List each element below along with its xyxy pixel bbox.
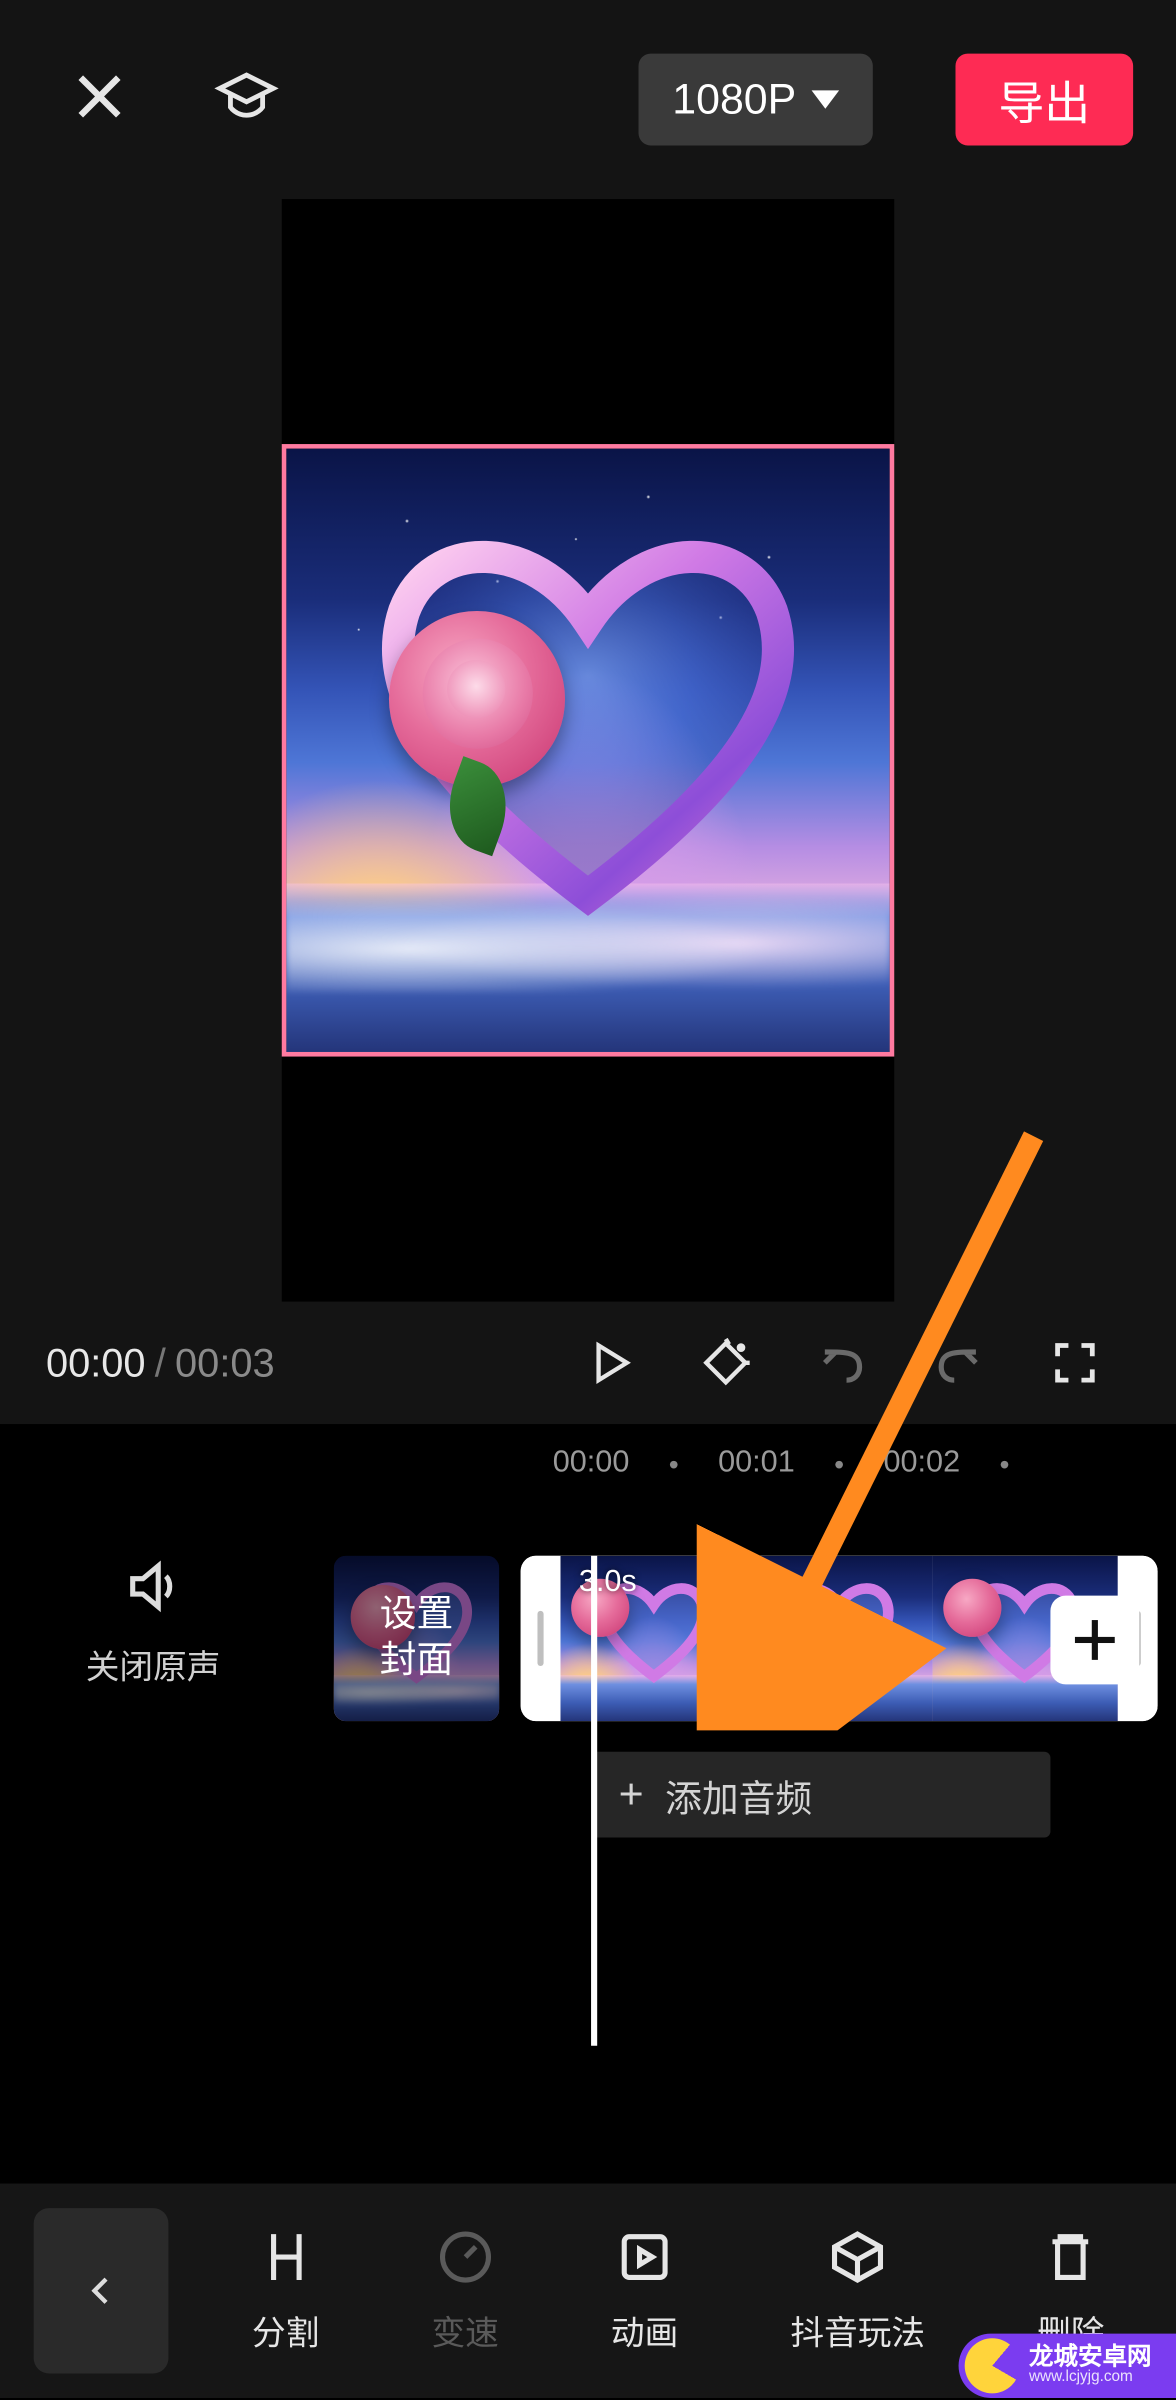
current-time: 00:00	[46, 1339, 146, 1385]
add-audio-button[interactable]: + 添加音频	[591, 1752, 1050, 1838]
clip-duration: 3.0s	[579, 1565, 637, 1600]
resolution-dropdown[interactable]: 1080P	[639, 54, 873, 146]
close-button[interactable]	[67, 64, 131, 136]
total-time: 00:03	[175, 1339, 275, 1385]
watermark: 龙城安卓网 www.lcjyjg.com	[959, 2334, 1176, 2398]
add-clip-button[interactable]	[1050, 1596, 1139, 1685]
watermark-logo	[965, 2338, 1020, 2393]
video-editor-app: 1080P 导出	[0, 0, 1176, 2398]
set-cover-button[interactable]: 设置 封面	[334, 1556, 499, 1721]
back-button[interactable]	[34, 2208, 169, 2373]
header: 1080P 导出	[0, 0, 1176, 199]
time-ruler: 00:00 00:01 00:02	[0, 1433, 1176, 1494]
video-clip[interactable]: 3.0s	[521, 1556, 1158, 1721]
time-display: 00:00/00:03	[46, 1339, 275, 1386]
play-button[interactable]	[554, 1337, 664, 1389]
playhead[interactable]	[591, 1556, 597, 2046]
mute-toggle[interactable]: 关闭原声	[0, 1556, 306, 1689]
timeline[interactable]: 00:00 00:01 00:02 关闭原声 设置 封面	[0, 1424, 1176, 2184]
clip-frames	[560, 1556, 1117, 1721]
keyframe-button[interactable]	[671, 1337, 781, 1389]
video-track: 关闭原声 设置 封面 3.0s	[0, 1556, 1176, 1786]
tutorial-icon[interactable]	[214, 64, 278, 136]
clip-handle-left[interactable]	[521, 1556, 561, 1721]
rose-graphic	[389, 612, 573, 796]
plus-icon: +	[619, 1770, 644, 1819]
chevron-down-icon	[812, 90, 840, 108]
preview-frame	[282, 444, 895, 1057]
redo-button[interactable]	[903, 1337, 1013, 1389]
export-button[interactable]: 导出	[956, 54, 1134, 146]
preview-area	[0, 199, 1176, 1302]
tool-douyin[interactable]: 抖音玩法	[790, 2226, 925, 2355]
tool-animation[interactable]: 动画	[611, 2226, 678, 2355]
video-preview[interactable]	[282, 199, 895, 1302]
playback-bar: 00:00/00:03	[0, 1302, 1176, 1425]
fullscreen-button[interactable]	[1020, 1337, 1130, 1389]
tool-speed: 变速	[431, 2226, 498, 2355]
resolution-value: 1080P	[672, 75, 796, 124]
tool-split[interactable]: 分割	[252, 2226, 319, 2355]
undo-button[interactable]	[787, 1337, 897, 1389]
